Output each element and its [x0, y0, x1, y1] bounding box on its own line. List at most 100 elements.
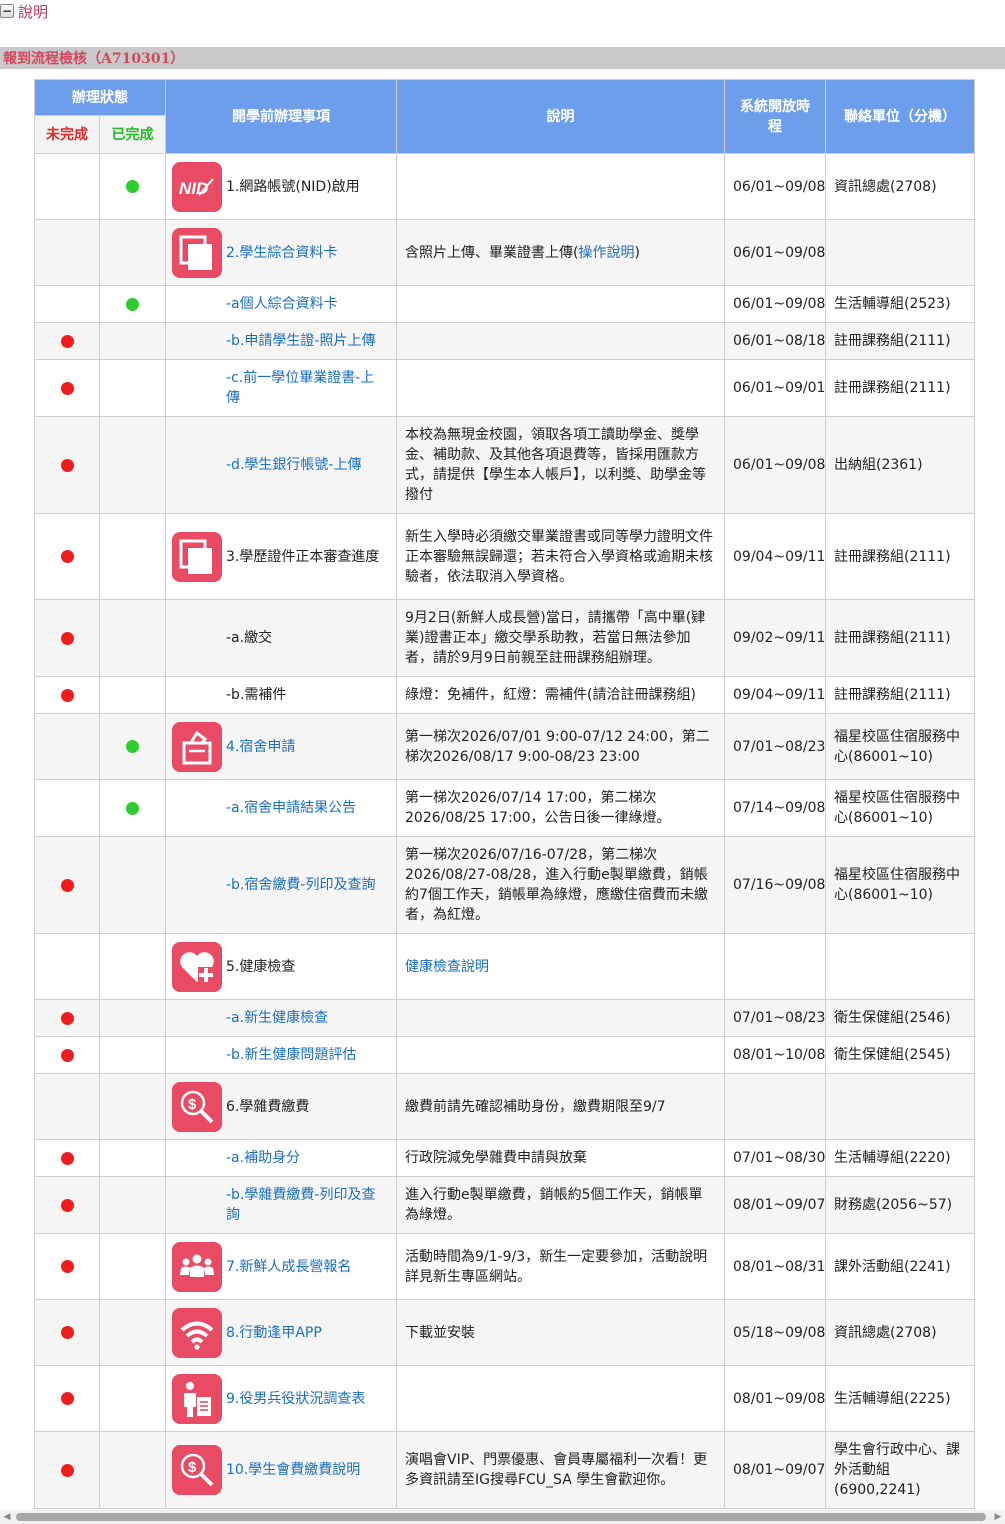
item-cell: -b.新生健康問題評估 — [165, 1036, 397, 1074]
item-link[interactable]: -b.新生健康問題評估 — [226, 1047, 356, 1063]
contact-cell: 福星校區住宿服務中心(86001~10) — [825, 713, 975, 780]
undone-cell — [34, 1299, 100, 1366]
item-link[interactable]: 10.學生會費繳費說明 — [226, 1460, 360, 1480]
status-undone-dot — [60, 334, 74, 348]
period-cell: 08/01~10/08 — [724, 1036, 826, 1074]
wifi-icon — [172, 1307, 222, 1358]
desc-cell: 第一梯次2026/07/01 9:00-07/12 24:00，第二梯次2026… — [396, 713, 725, 780]
help-link-label[interactable]: 說明 — [18, 1, 48, 22]
contact-cell: 生活輔導組(2523) — [825, 285, 975, 323]
item-link[interactable]: -c.前一學位畢業證書-上傳 — [226, 370, 374, 406]
table-row: NID 1.網路帳號(NID)啟用 06/01~09/08 資訊總處(2708) — [34, 153, 975, 220]
status-undone-dot — [60, 381, 74, 395]
header-item: 開學前辦理事項 — [165, 79, 397, 154]
item-link[interactable]: -a個人綜合資料卡 — [226, 296, 338, 312]
desc-cell: 演唱會VIP、門票優惠、會員專屬福利一次看！更多資訊請至IG搜尋FCU_SA 學… — [396, 1431, 725, 1509]
desc-cell: 繳費前請先確認補助身份，繳費期限至9/7 — [396, 1073, 725, 1140]
desc-cell — [396, 153, 725, 220]
item-cell: -c.前一學位畢業證書-上傳 — [165, 359, 397, 417]
status-done-dot — [126, 180, 139, 193]
header-status: 辦理狀態 — [34, 79, 166, 116]
done-cell — [99, 1431, 166, 1509]
undone-cell — [34, 713, 100, 780]
horizontal-scrollbar[interactable]: ◀ ▶ — [0, 1510, 1005, 1524]
desc-cell — [396, 999, 725, 1037]
status-done-dot — [126, 297, 139, 311]
scrollbar-thumb[interactable] — [16, 1513, 986, 1521]
money-search-icon: $ — [172, 1081, 222, 1132]
done-cell — [99, 836, 166, 934]
contact-cell: 課外活動組(2241) — [825, 1233, 975, 1300]
desc-cell: 本校為無現金校園，領取各項工讀助學金、獎學金、補助款、及其他各項退費等，皆採用匯… — [396, 416, 725, 514]
done-cell — [99, 359, 166, 417]
heart-plus-icon — [172, 941, 222, 992]
period-cell: 08/01~08/31 — [724, 1233, 826, 1300]
status-undone-dot — [60, 1392, 74, 1405]
undone-cell — [34, 285, 100, 323]
item-link[interactable]: 8.行動逢甲APP — [226, 1323, 322, 1343]
scroll-left-icon[interactable]: ◀ — [2, 1512, 12, 1522]
scroll-right-icon[interactable]: ▶ — [993, 1512, 1003, 1522]
contact-cell: 出納組(2361) — [825, 416, 975, 514]
period-cell: 08/01~09/07 — [724, 1176, 826, 1234]
desc-cell — [396, 322, 725, 360]
undone-cell — [34, 1139, 100, 1177]
item-label: -b.需補件 — [226, 687, 287, 703]
desc-cell — [396, 1036, 725, 1074]
ballot-box-icon — [172, 721, 222, 772]
status-undone-dot — [60, 550, 74, 563]
undone-cell — [34, 999, 100, 1037]
item-link[interactable]: -a.新生健康檢查 — [226, 1010, 328, 1026]
period-cell: 07/01~08/23 — [724, 713, 826, 780]
item-link[interactable]: -b.申請學生證-照片上傳 — [226, 333, 375, 349]
item-link[interactable]: 9.役男兵役狀況調查表 — [226, 1389, 365, 1409]
status-undone-dot — [60, 1260, 74, 1273]
contact-cell: 註冊課務組(2111) — [825, 599, 975, 677]
item-link[interactable]: 7.新鮮人成長營報名 — [226, 1257, 351, 1277]
desc-cell — [396, 285, 725, 323]
desc-text: ) — [634, 244, 640, 261]
item-link[interactable]: -a.補助身分 — [226, 1150, 300, 1166]
status-undone-dot — [60, 1048, 74, 1062]
done-cell — [99, 779, 166, 837]
item-link[interactable]: 4.宿舍申請 — [226, 737, 295, 757]
table-row: 5.健康檢查 健康檢查說明 — [34, 933, 975, 1000]
svg-text:$: $ — [188, 1096, 197, 1113]
item-cell: -b.宿舍繳費-列印及查詢 — [165, 836, 397, 934]
undone-cell — [34, 1365, 100, 1432]
contact-cell: 註冊課務組(2111) — [825, 676, 975, 714]
done-cell — [99, 219, 166, 286]
item-cell: -a.繳交 — [165, 599, 397, 677]
item-label: 3.學歷證件正本審查進度 — [226, 548, 380, 565]
period-cell: 06/01~09/01 — [724, 359, 826, 417]
help-toggle[interactable]: − 說明 — [0, 0, 48, 22]
guide-link[interactable]: 操作說明 — [578, 245, 634, 261]
item-cell: -a.新生健康檢查 — [165, 999, 397, 1037]
undone-cell — [34, 1431, 100, 1509]
done-cell — [99, 1233, 166, 1300]
desc-cell: 含照片上傳、畢業證書上傳(操作說明) — [396, 219, 725, 286]
desc-cell: 第一梯次2026/07/16-07/28，第二梯次2026/08/27-08/2… — [396, 836, 725, 934]
contact-cell — [825, 933, 975, 1000]
item-link[interactable]: 2.學生綜合資料卡 — [226, 243, 337, 263]
item-link[interactable]: -a.宿舍申請結果公告 — [226, 800, 356, 816]
item-link[interactable]: -d.學生銀行帳號-上傳 — [226, 457, 361, 473]
table-row: -a.新生健康檢查 07/01~08/23 衛生保健組(2546) — [34, 999, 975, 1037]
item-cell: $ 10.學生會費繳費說明 — [165, 1431, 397, 1509]
status-undone-dot — [60, 1151, 74, 1165]
table-row: -b.宿舍繳費-列印及查詢 第一梯次2026/07/16-07/28，第二梯次2… — [34, 836, 975, 934]
status-done-dot — [126, 740, 139, 753]
item-cell: 8.行動逢甲APP — [165, 1299, 397, 1366]
contact-cell: 衛生保健組(2546) — [825, 999, 975, 1037]
item-link[interactable]: -b.學雜費繳費-列印及查詢 — [226, 1187, 375, 1223]
undone-cell — [34, 1176, 100, 1234]
status-undone-dot — [60, 1463, 74, 1477]
collapse-icon: − — [0, 4, 14, 18]
health-guide-link[interactable]: 健康檢查說明 — [405, 959, 489, 975]
contact-cell: 生活輔導組(2225) — [825, 1365, 975, 1432]
contact-cell — [825, 219, 975, 286]
contact-cell: 財務處(2056~57) — [825, 1176, 975, 1234]
item-link[interactable]: -b.宿舍繳費-列印及查詢 — [226, 877, 375, 893]
table-row: 8.行動逢甲APP 下載並安裝 05/18~09/08 資訊總處(2708) — [34, 1299, 975, 1366]
desc-cell: 第一梯次2026/07/14 17:00，第二梯次2026/08/25 17:0… — [396, 779, 725, 837]
